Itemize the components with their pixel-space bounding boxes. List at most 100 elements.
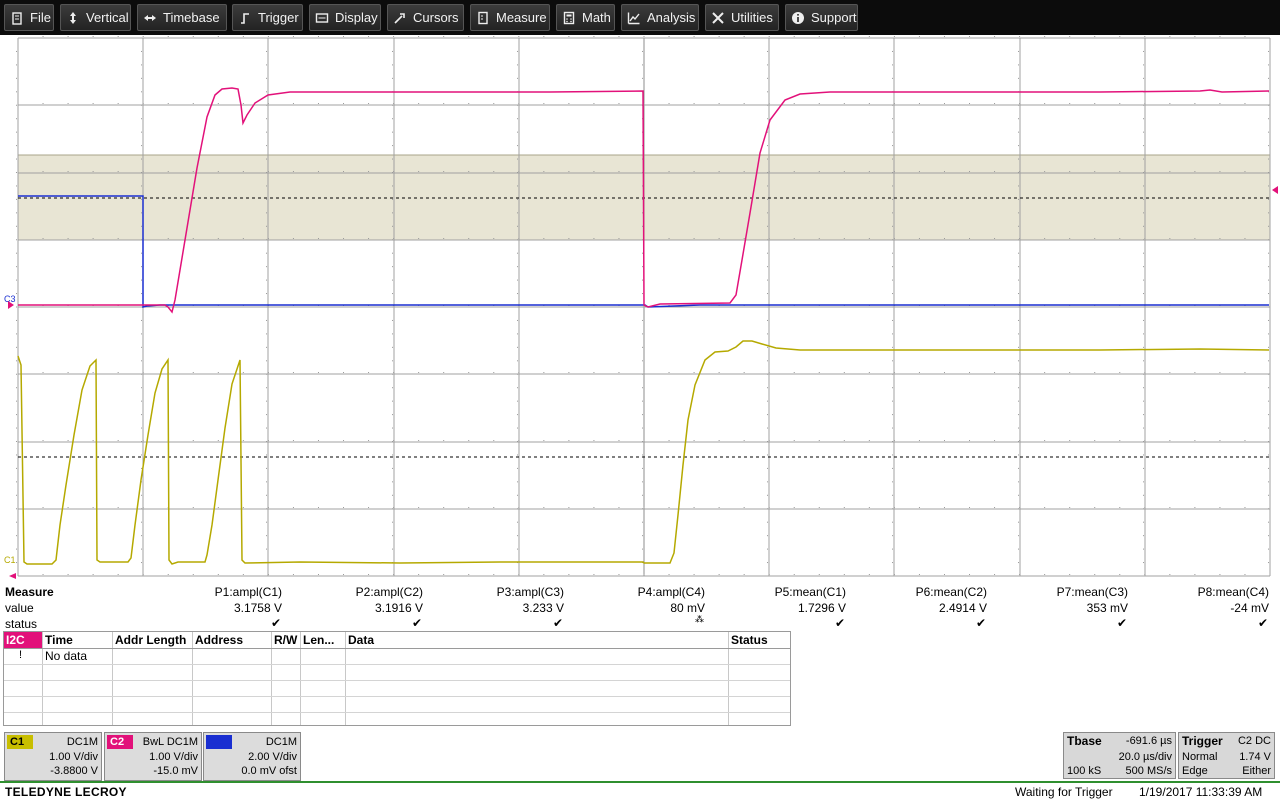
measure-table: Measure value status P1:ampl(C1) 3.1758 … (0, 583, 1280, 631)
grid-tick (1143, 158, 1144, 160)
status-check-icon: ✔ (552, 616, 563, 630)
grid-tick (16, 535, 17, 537)
menu-measure-button[interactable]: Measure (470, 4, 550, 31)
grid-tick (392, 333, 393, 335)
grid-tick (1143, 562, 1144, 564)
grid-tick (767, 562, 768, 564)
grid-tick (568, 372, 570, 373)
grid-tick (892, 198, 893, 200)
grid-tick (693, 238, 695, 239)
measure-param-name[interactable]: P5:mean(C1) (775, 585, 846, 599)
grid-tick (767, 494, 768, 496)
grid-tick (42, 574, 44, 575)
grid-tick (16, 158, 17, 160)
measure-param-value: 2.4914 V (938, 601, 987, 615)
i2c-col-rw[interactable]: R/W (274, 632, 297, 648)
grid-tick (642, 225, 643, 227)
i2c-col-status[interactable]: Status (731, 632, 768, 648)
grid-tick (141, 266, 142, 268)
grid-tick (141, 225, 142, 227)
grid-tick (1143, 521, 1144, 523)
menu-vertical-button[interactable]: Vertical (60, 4, 131, 31)
measure-param-name[interactable]: P4:ampl(C4) (638, 585, 705, 599)
grid-tick (266, 239, 267, 241)
grid-tick (493, 574, 495, 575)
trigger-mode: Normal (1182, 751, 1218, 763)
grid-tick (1044, 440, 1046, 441)
channel-descriptor-c2[interactable]: C2 BwL DC1M 1.00 V/div -15.0 mV (104, 732, 202, 781)
menu-trigger-button[interactable]: Trigger (232, 4, 303, 31)
i2c-tab[interactable]: I2C (4, 632, 42, 648)
grid-tick (368, 36, 370, 37)
grid-tick (1268, 172, 1269, 173)
grid-tick (292, 507, 294, 508)
grid-tick (1094, 238, 1096, 239)
i2c-decode-table[interactable]: I2C Time Addr Length Address R/W Len... … (3, 631, 791, 726)
grid-tick (892, 225, 893, 227)
measure-param-name[interactable]: P7:mean(C3) (1057, 585, 1128, 599)
i2c-col-len[interactable]: Len... (303, 632, 334, 648)
grid-tick (643, 440, 645, 441)
waveform-grid[interactable]: C3 C1 (0, 35, 1280, 580)
grid-tick (642, 252, 643, 254)
grid-tick (517, 346, 518, 348)
grid-tick (142, 507, 144, 508)
grid-tick (392, 279, 393, 281)
menu-file-button[interactable]: File (4, 4, 54, 31)
grid-tick (643, 507, 645, 508)
measure-param-name[interactable]: P1:ampl(C1) (215, 585, 282, 599)
grid-tick (892, 521, 893, 523)
grid-tick (16, 50, 17, 52)
grid-tick (818, 574, 820, 575)
grid-tick (418, 440, 420, 441)
menu-timebase-button[interactable]: Timebase (137, 4, 227, 31)
trigger-descriptor[interactable]: Trigger C2 DC Normal 1.74 V Edge Either (1178, 732, 1275, 779)
menu-support-button[interactable]: Support (785, 4, 858, 31)
grid-tick (517, 239, 518, 241)
grid-tick (517, 293, 518, 295)
grid-tick (493, 372, 495, 373)
i2c-col-time[interactable]: Time (45, 632, 73, 648)
i2c-col-data[interactable]: Data (348, 632, 374, 648)
measure-param-name[interactable]: P8:mean(C4) (1198, 585, 1269, 599)
measure-param-name[interactable]: P2:ampl(C2) (356, 585, 423, 599)
grid-tick (266, 158, 267, 160)
acquisition-status: Waiting for Trigger (1015, 785, 1113, 799)
menu-file-label: File (30, 10, 51, 25)
grid-tick (141, 212, 142, 214)
grid-tick (1143, 104, 1144, 106)
measure-param-name[interactable]: P3:ampl(C3) (497, 585, 564, 599)
menu-cursors-button[interactable]: Cursors (387, 4, 464, 31)
grid-tick (393, 171, 395, 172)
channel-descriptor-c1[interactable]: C1 DC1M 1.00 V/div -3.8800 V (4, 732, 102, 781)
grid-tick (642, 494, 643, 496)
grid-tick (266, 319, 267, 321)
menu-trigger-label: Trigger (258, 10, 299, 25)
grid-tick (392, 64, 393, 66)
grid-tick (642, 239, 643, 241)
grid-tick (517, 373, 518, 375)
menu-analysis-button[interactable]: Analysis (621, 4, 699, 31)
grid-tick (892, 293, 893, 295)
grid-tick (141, 333, 142, 335)
i2c-col-addr-length[interactable]: Addr Length (115, 632, 186, 648)
grid-tick (693, 440, 695, 441)
grid-tick (1143, 118, 1144, 120)
channel-descriptor-c3[interactable]: C3 DC1M 2.00 V/div 0.0 mV ofst (203, 732, 301, 781)
grid-tick (141, 131, 142, 133)
measure-param-name[interactable]: P6:mean(C2) (916, 585, 987, 599)
menu-measure-label: Measure (496, 10, 547, 25)
menu-math-button[interactable]: Math (556, 4, 615, 31)
i2c-col-address[interactable]: Address (195, 632, 243, 648)
menu-utilities-button[interactable]: Utilities (705, 4, 779, 31)
grid-tick (368, 103, 370, 104)
timebase-descriptor[interactable]: Tbase -691.6 µs 20.0 µs/div 100 kS 500 M… (1063, 732, 1176, 779)
menu-display-button[interactable]: Display (309, 4, 381, 31)
grid-tick (67, 372, 69, 373)
grid-tick (392, 131, 393, 133)
grid-tick (718, 372, 720, 373)
grid-tick (1268, 427, 1269, 429)
grid-tick (868, 507, 870, 508)
grid-tick (1144, 440, 1146, 441)
grid-tick (392, 467, 393, 469)
